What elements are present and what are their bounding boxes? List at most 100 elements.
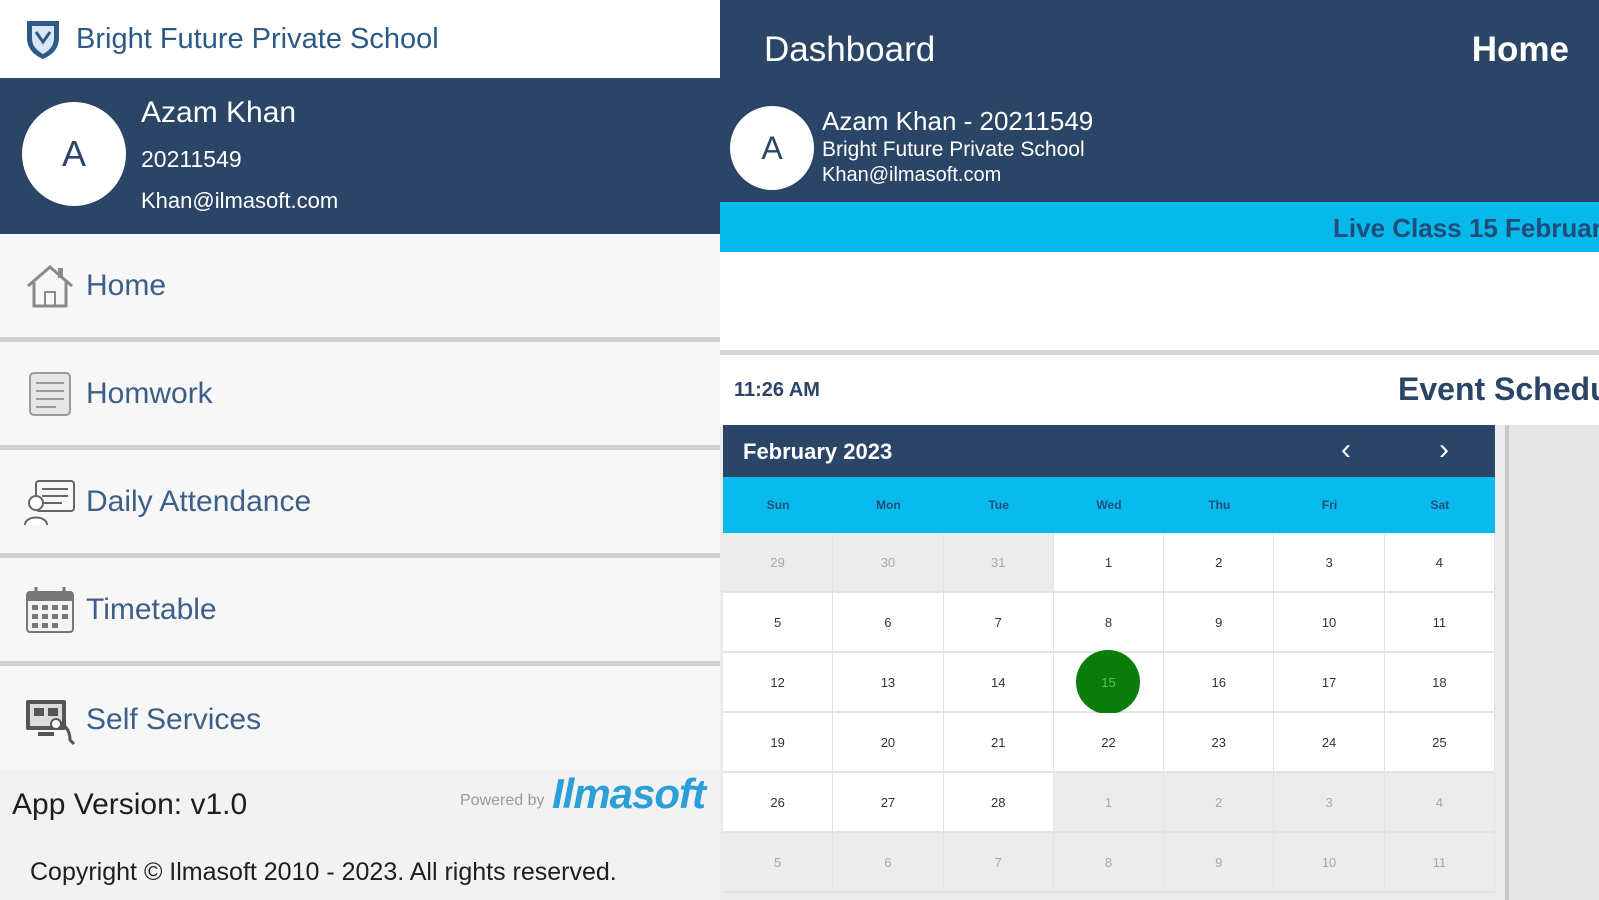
- calendar-day[interactable]: 9: [1164, 593, 1275, 653]
- user-name-id: Azam Khan - 20211549: [822, 106, 1094, 136]
- calendar-day[interactable]: 25: [1384, 713, 1495, 773]
- calendar: February 2023 ‹ › Sun Mon Tue Wed Thu Fri Sat …: [723, 425, 1495, 893]
- calendar-day[interactable]: 5: [723, 593, 834, 653]
- calendar-day[interactable]: 28: [943, 773, 1054, 833]
- nav-drawer: Bright Future Private School A Azam Khan…: [0, 0, 720, 900]
- weekday-label: Tue: [988, 498, 1009, 512]
- event-schedule-title: Event Schedu: [1398, 371, 1599, 407]
- drawer-menu: Home Homwork Daily Attendance Timetable: [0, 234, 720, 774]
- calendar-day[interactable]: 29: [723, 533, 834, 593]
- calendar-day[interactable]: 26: [723, 773, 834, 833]
- day-number: 3: [1325, 554, 1333, 570]
- calendar-day[interactable]: 23: [1164, 713, 1275, 773]
- calendar-day[interactable]: 11: [1384, 593, 1495, 653]
- calendar-day[interactable]: 10: [1274, 833, 1385, 893]
- day-number: 26: [770, 794, 785, 810]
- day-number: 11: [1432, 614, 1447, 630]
- calendar-day[interactable]: 10: [1274, 593, 1385, 653]
- calendar-day[interactable]: 21: [943, 713, 1054, 773]
- avatar[interactable]: A: [730, 106, 814, 190]
- day-number: 10: [1321, 614, 1337, 630]
- day-number: 16: [1211, 674, 1227, 690]
- calendar-day[interactable]: 17: [1274, 653, 1385, 713]
- chevron-left-icon[interactable]: ‹: [1331, 435, 1361, 467]
- calendar-day[interactable]: 16: [1164, 653, 1275, 713]
- calendar-day[interactable]: 1: [1053, 533, 1165, 593]
- menu-item-timetable[interactable]: Timetable: [0, 558, 720, 666]
- calendar-day[interactable]: 4: [1384, 533, 1495, 593]
- announcement-ticker[interactable]: Live Class 15 Februar: [720, 202, 1599, 252]
- day-number: 11: [1432, 854, 1447, 870]
- calendar-day[interactable]: 30: [833, 533, 944, 593]
- calendar-day[interactable]: 13: [833, 653, 944, 713]
- day-number: 9: [1215, 854, 1223, 870]
- day-number: 3: [1325, 794, 1333, 810]
- school-crest-icon: [27, 21, 59, 59]
- day-number: 5: [774, 614, 782, 630]
- calendar-day[interactable]: 14: [943, 653, 1054, 713]
- calendar-day[interactable]: 22: [1053, 713, 1165, 773]
- content-area: [720, 252, 1599, 350]
- ilmasoft-logo[interactable]: Ilmasoft: [552, 770, 706, 818]
- menu-item-daily-attendance[interactable]: Daily Attendance: [0, 450, 720, 558]
- day-number: 22: [1101, 734, 1116, 750]
- day-number: 27: [880, 794, 896, 810]
- calendar-day[interactable]: 3: [1274, 773, 1385, 833]
- chevron-right-icon[interactable]: ›: [1429, 435, 1459, 467]
- day-number: 21: [990, 734, 1006, 750]
- calendar-day[interactable]: 24: [1274, 713, 1385, 773]
- calendar-day[interactable]: 7: [943, 593, 1054, 653]
- menu-item-self-services[interactable]: Self Services: [0, 666, 720, 774]
- calendar-day[interactable]: 5: [723, 833, 834, 893]
- home-link[interactable]: Home: [1472, 30, 1569, 70]
- calendar-day[interactable]: 12: [723, 653, 834, 713]
- calendar-day[interactable]: 11: [1384, 833, 1495, 893]
- day-number: 2: [1215, 554, 1223, 570]
- calendar-day[interactable]: 3: [1274, 533, 1385, 593]
- calendar-day[interactable]: 27: [833, 773, 944, 833]
- calendar-day[interactable]: 2: [1164, 533, 1275, 593]
- time-row: 11:26 AM Event Schedu: [720, 355, 1599, 425]
- menu-item-homework[interactable]: Homwork: [0, 342, 720, 450]
- weekday-label: Fri: [1321, 498, 1338, 512]
- calendar-day[interactable]: 31: [943, 533, 1054, 593]
- day-number: 12: [770, 674, 785, 690]
- calendar-day-today[interactable]: 15: [1053, 650, 1165, 714]
- calendar-day[interactable]: 20: [833, 713, 944, 773]
- day-number: 8: [1104, 854, 1113, 870]
- day-number: 2: [1215, 794, 1223, 810]
- calendar-day[interactable]: 4: [1384, 773, 1495, 833]
- menu-item-home[interactable]: Home: [0, 234, 720, 342]
- day-number: 8: [1104, 614, 1113, 630]
- calendar-day[interactable]: 9: [1164, 833, 1275, 893]
- calendar-icon: [22, 584, 78, 636]
- day-number: 28: [990, 794, 1006, 810]
- day-number: 23: [1211, 734, 1227, 750]
- calendar-side-panel: [1505, 425, 1599, 900]
- day-number: 7: [994, 614, 1002, 630]
- calendar-day[interactable]: 2: [1164, 773, 1275, 833]
- calendar-day[interactable]: 8: [1053, 593, 1165, 653]
- app-root: Bright Future Private School A Azam Khan…: [0, 0, 1599, 900]
- day-number: 24: [1321, 734, 1337, 750]
- day-number: 13: [880, 674, 896, 690]
- menu-label-self-services: Self Services: [86, 703, 262, 736]
- calendar-day[interactable]: 18: [1384, 653, 1495, 713]
- day-number: 31: [990, 554, 1006, 570]
- calendar-day[interactable]: 8: [1053, 833, 1165, 893]
- calendar-day[interactable]: 1: [1053, 773, 1165, 833]
- calendar-day[interactable]: 6: [833, 593, 944, 653]
- calendar-day[interactable]: 6: [833, 833, 944, 893]
- profile-header: A Azam Khan 20211549 Khan@ilmasoft.com: [0, 78, 720, 234]
- calendar-day[interactable]: 19: [723, 713, 834, 773]
- day-number: 19: [770, 734, 785, 750]
- day-number: 20: [880, 734, 896, 750]
- avatar[interactable]: A: [22, 102, 126, 206]
- weekday-label: Wed: [1096, 498, 1122, 512]
- day-number: 6: [884, 854, 892, 870]
- page-title: Dashboard: [764, 30, 936, 69]
- day-number: 17: [1321, 674, 1337, 690]
- self-services-icon: [22, 694, 78, 746]
- profile-email: Khan@ilmasoft.com: [141, 188, 339, 213]
- calendar-day[interactable]: 7: [943, 833, 1054, 893]
